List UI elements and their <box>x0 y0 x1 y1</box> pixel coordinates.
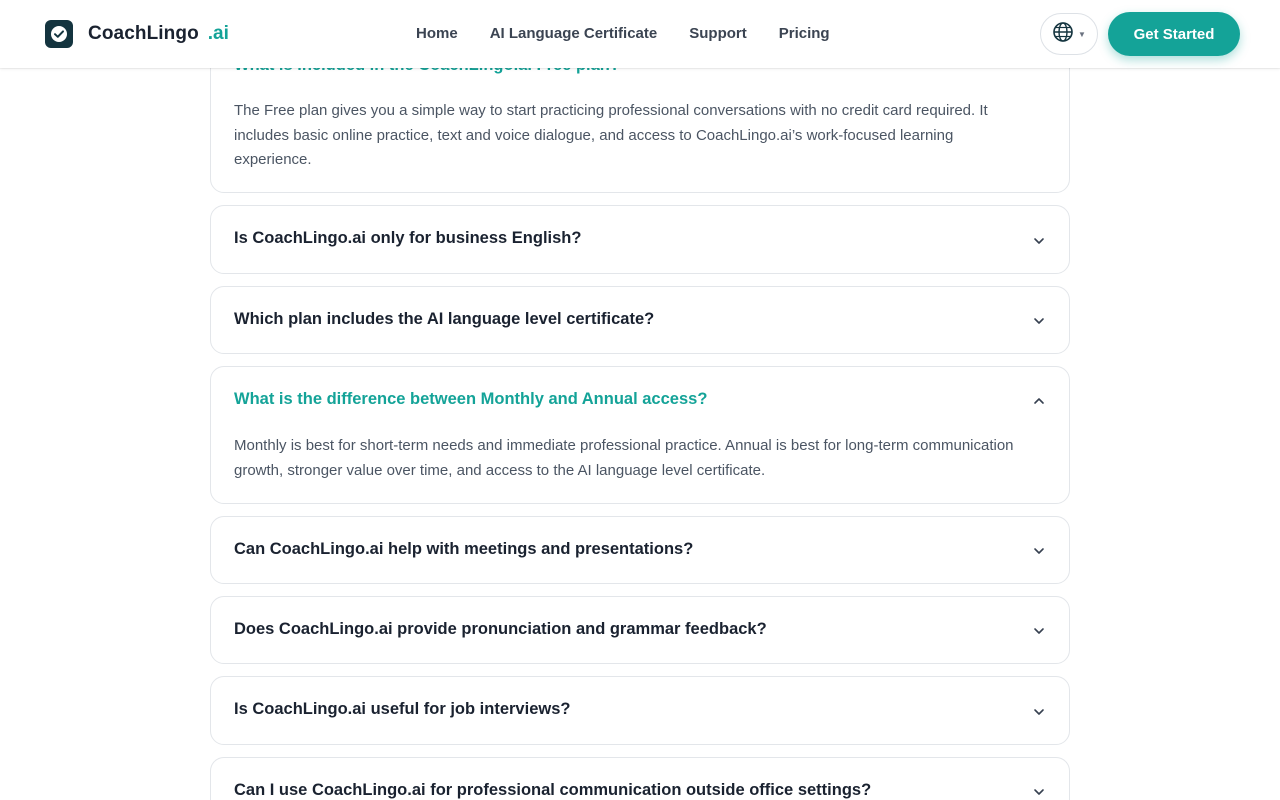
faq-question[interactable]: Does CoachLingo.ai provide pronunciation… <box>234 620 767 639</box>
faq-answer: Monthly is best for short-term needs and… <box>234 437 1014 479</box>
chevron-down-icon[interactable] <box>1032 785 1046 799</box>
chevron-down-icon[interactable] <box>1032 705 1046 719</box>
faq-question[interactable]: Can I use CoachLingo.ai for professional… <box>234 781 871 800</box>
chevron-down-icon[interactable] <box>1032 234 1046 248</box>
faq-item[interactable]: Which plan includes the AI language leve… <box>210 286 1070 354</box>
globe-icon <box>1052 21 1074 48</box>
chevron-down-icon[interactable] <box>1032 314 1046 328</box>
chevron-down-icon[interactable] <box>1032 624 1046 638</box>
faq-item[interactable]: Can CoachLingo.ai help with meetings and… <box>210 516 1070 584</box>
faq-question[interactable]: What is the difference between Monthly a… <box>234 390 707 409</box>
brand-suffix: .ai <box>207 23 229 44</box>
faq-item[interactable]: Is CoachLingo.ai useful for job intervie… <box>210 676 1070 745</box>
faq-item[interactable]: What is the difference between Monthly a… <box>210 366 1070 504</box>
get-started-button[interactable]: Get Started <box>1108 12 1240 56</box>
faq-question[interactable]: Is CoachLingo.ai useful for job intervie… <box>234 700 570 719</box>
logo[interactable]: CoachLingo .ai <box>45 20 229 48</box>
faq-item[interactable]: Does CoachLingo.ai provide pronunciation… <box>210 596 1070 664</box>
nav-support[interactable]: Support <box>689 23 747 45</box>
faq-list: What is included in the CoachLingo.ai Fr… <box>210 0 1070 800</box>
chevron-up-icon[interactable] <box>1032 394 1046 408</box>
language-selector[interactable]: ▼ <box>1040 13 1098 55</box>
nav-home[interactable]: Home <box>416 23 458 45</box>
main-nav: Home AI Language Certificate Support Pri… <box>416 23 862 45</box>
brand-name: CoachLingo <box>88 23 199 44</box>
faq-question[interactable]: Can CoachLingo.ai help with meetings and… <box>234 540 693 559</box>
chevron-down-icon[interactable] <box>1032 544 1046 558</box>
site-header: CoachLingo .ai Home AI Language Certific… <box>0 0 1280 68</box>
faq-answer: The Free plan gives you a simple way to … <box>234 102 988 168</box>
faq-item[interactable]: Can I use CoachLingo.ai for professional… <box>210 757 1070 800</box>
nav-ai-language-certificate[interactable]: AI Language Certificate <box>490 23 658 45</box>
logo-check-icon <box>45 20 73 48</box>
faq-question[interactable]: Which plan includes the AI language leve… <box>234 310 654 329</box>
faq-question[interactable]: Is CoachLingo.ai only for business Engli… <box>234 229 581 248</box>
nav-pricing[interactable]: Pricing <box>779 23 830 45</box>
faq-item[interactable]: Is CoachLingo.ai only for business Engli… <box>210 205 1070 274</box>
dropdown-caret-icon: ▼ <box>1078 29 1086 39</box>
